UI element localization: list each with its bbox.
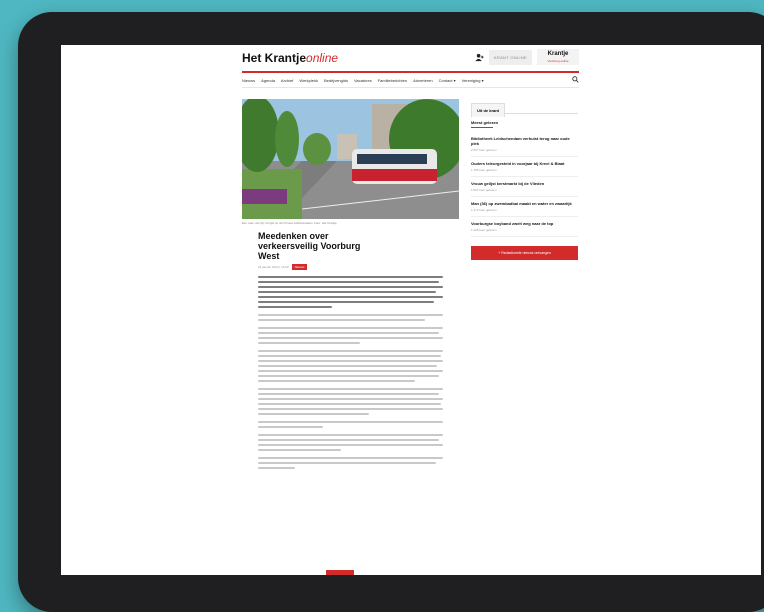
nav-item-vacatures[interactable]: Vacatures [354, 78, 372, 83]
main-nav: Nieuws Agenda Archief Werkplekk Bedrijve… [242, 73, 579, 88]
list-item-views: 1.607 keer gelezen [471, 188, 497, 192]
list-item-title[interactable]: Vrouw gelijst kerstmarkt bij de Vlieden [471, 181, 578, 186]
article-tag[interactable]: Nieuws [291, 264, 308, 270]
most-read-list: Bibliotheek Leidschendam verhuist terug … [471, 132, 578, 237]
article-meta: 24 januari 2023 | 14:00 Nieuws [258, 264, 459, 270]
list-item[interactable]: Ouders teleurgesteld in voorjaar bij Kre… [471, 157, 578, 177]
nav-item-bedrijvengids[interactable]: Bedrijvengids [324, 78, 348, 83]
nav-item-archief[interactable]: Archief [281, 78, 293, 83]
article-paragraph [258, 327, 443, 344]
nav-item-werkplekk[interactable]: Werkplekk [299, 78, 318, 83]
article-paragraph [258, 314, 443, 321]
nav-item-agenda[interactable]: Agenda [261, 78, 275, 83]
search-icon[interactable] [572, 76, 579, 83]
sidebar-tabs: Uit de krant [471, 99, 578, 117]
krant-online-button[interactable]: KRANT ONLINE [488, 49, 532, 65]
image-caption: Een tram van lijn 19 rijdt op de Prinses… [242, 221, 337, 225]
nav-item-vereniging[interactable]: Vereniging ▾ [462, 78, 484, 83]
list-item-views: 1.785 keer gelezen [471, 168, 497, 172]
logo-main-text: Het Krantje [242, 51, 307, 65]
article-paragraph [258, 457, 443, 469]
newsletter-button[interactable]: + Redactionele nieuws ontvangen [471, 246, 578, 260]
nav-contact-label: Contact [438, 77, 453, 83]
most-read-underline [471, 127, 493, 128]
article: Een tram van lijn 19 rijdt op de Prinses… [242, 99, 459, 475]
list-item-title[interactable]: Ouders teleurgesteld in voorjaar bij Kre… [471, 161, 578, 166]
nav-item-adverteren[interactable]: Adverteren [413, 78, 433, 83]
list-item[interactable]: Man (36) op zwembadbal maakt en water en… [471, 197, 578, 217]
list-item-title[interactable]: Bibliotheek Leidschendam verhuist terug … [471, 136, 578, 146]
news-page: Het Krantjeonline KRANT ONLINE Krantje V… [242, 45, 579, 575]
article-hero-image [242, 99, 459, 219]
article-paragraph [258, 350, 443, 382]
article-paragraph [258, 421, 443, 428]
header-actions: KRANT ONLINE Krantje Voorburg online [475, 49, 579, 65]
mini-logo-title: Krantje [547, 51, 569, 57]
article-date: 24 januari 2023 | 14:00 [258, 265, 289, 269]
list-item-views: 2.517 keer gelezen [471, 148, 497, 152]
mini-logo-sub: Voorburg online [547, 59, 569, 63]
list-item-views: 1.472 keer gelezen [471, 208, 497, 212]
krantje-mini-logo[interactable]: Krantje Voorburg online [537, 49, 579, 65]
tablet-frame: Het Krantjeonline KRANT ONLINE Krantje V… [18, 12, 764, 612]
article-title: Meedenken over verkeersveilig Voorburg W… [258, 231, 361, 261]
site-header: Het Krantjeonline KRANT ONLINE Krantje V… [242, 45, 579, 71]
article-paragraph [258, 434, 443, 451]
logo-accent-text: online [306, 51, 339, 65]
article-paragraph [258, 388, 443, 415]
nav-item-familieberichten[interactable]: Familieberichten [378, 78, 407, 83]
list-item[interactable]: Vrouw gelijst kerstmarkt bij de Vlieden … [471, 177, 578, 197]
list-item[interactable]: Bibliotheek Leidschendam verhuist terug … [471, 132, 578, 157]
bottom-red-button[interactable] [326, 570, 354, 575]
list-item-title[interactable]: Voorburgse boyband zwelt weg naar de top [471, 221, 578, 226]
article-intro [258, 276, 443, 308]
nav-item-nieuws[interactable]: Nieuws [242, 78, 255, 83]
list-item-views: 1.426 keer gelezen [471, 228, 497, 232]
article-body [258, 276, 443, 469]
sidebar: Uit de krant Meest gelezen Bibliotheek L… [471, 99, 578, 260]
list-item[interactable]: Voorburgse boyband zwelt weg naar de top… [471, 217, 578, 237]
browser-viewport: Het Krantjeonline KRANT ONLINE Krantje V… [61, 45, 761, 575]
nav-item-contact[interactable]: Contact ▾ [439, 78, 456, 83]
user-add-icon[interactable] [475, 53, 484, 62]
list-item-title[interactable]: Man (36) op zwembadbal maakt en water en… [471, 201, 578, 206]
site-logo[interactable]: Het Krantjeonline [242, 51, 338, 65]
nav-vereniging-label: Vereniging [461, 77, 481, 83]
most-read-heading: Meest gelezen [471, 120, 499, 125]
tab-uit-de-krant[interactable]: Uit de krant [471, 103, 506, 117]
